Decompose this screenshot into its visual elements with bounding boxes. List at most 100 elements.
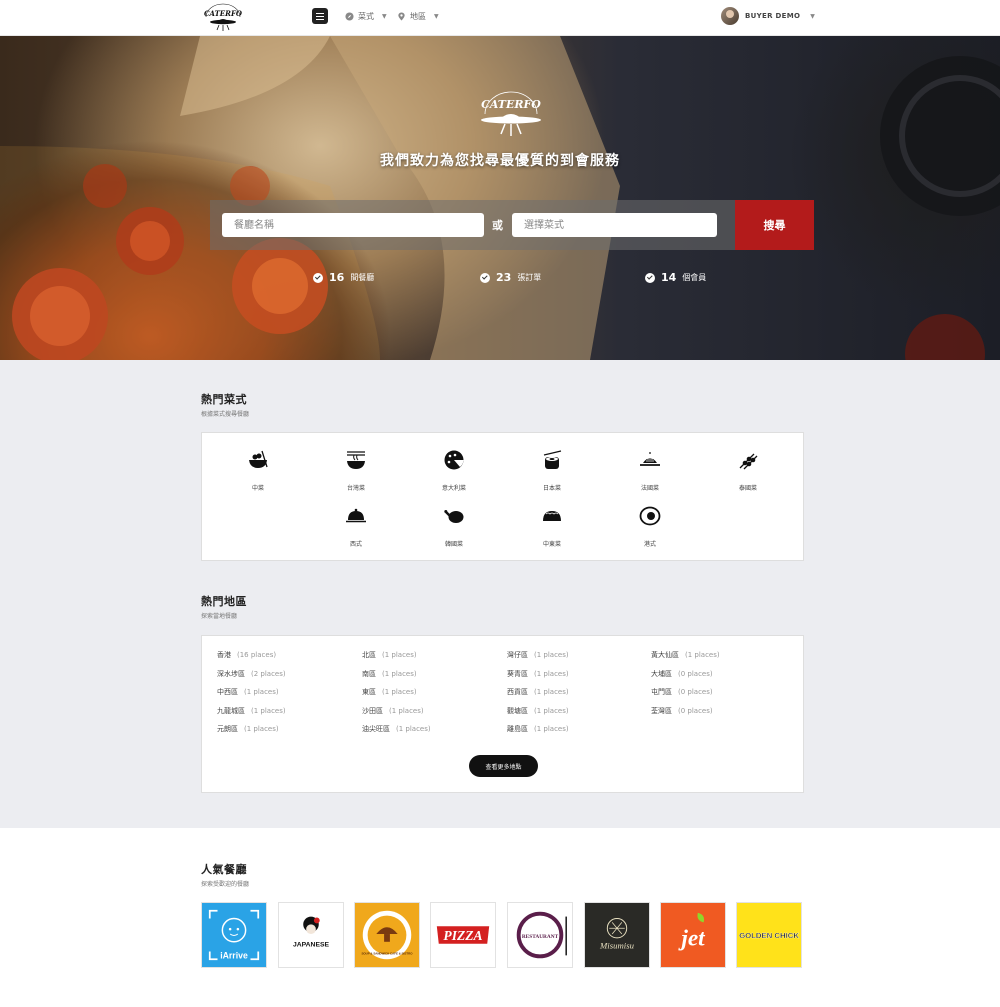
areas-section-subtitle: 探索當地餐廳 [201,613,238,620]
stat-label: 張訂單 [517,273,542,282]
restaurant-logo-japanese[interactable]: JAPANESE [278,902,344,968]
caterfo-logo[interactable]: CATERFO [200,3,246,33]
view-more-areas-button[interactable]: 查看更多地點 [469,755,538,777]
japanese-restaurant-logo: JAPANESE [293,916,329,949]
or-label: 或 [492,219,503,232]
cuisine-label: 韓國菜 [444,541,463,548]
restaurant-name: JAPANESE [293,942,329,949]
area-link[interactable]: 屯門區 (0 places) [651,687,713,697]
cuisine-item-taiwanese[interactable]: 台灣菜 [326,449,386,492]
area-link[interactable]: 油尖旺區 (1 places) [362,724,431,734]
french-dish-icon [640,452,660,466]
area-link[interactable]: 沙田區 (1 places) [362,706,424,716]
cuisine-item-thai[interactable]: 泰國菜 [718,449,778,492]
restaurant-logo-jet[interactable]: jet [660,902,726,968]
areas-card: 香港 (16 places) 深水埗區 (2 places) 中西區 (1 place… [201,635,804,793]
restaurant-logo-soup-sandwich[interactable]: SOUP & SANDWICH CAFE & BISTRO [354,902,420,968]
area-link[interactable]: 觀塘區 (1 places) [507,706,569,716]
skewer-icon [739,453,758,470]
cuisines-section-title: 熱門菜式 [201,393,247,406]
cuisine-label: 中菜 [251,485,264,492]
check-circle-icon [313,272,323,283]
cuisine-label: 法國菜 [640,485,659,492]
restaurant-logo-golden-chick[interactable]: GOLDEN CHICK [736,902,802,968]
check-circle-icon [480,272,490,283]
hero-tagline: 我們致力為您找尋最優質的到會服務 [380,153,620,169]
avatar [721,7,739,25]
fried-egg-icon [639,506,661,526]
order-count-stat: 23 張訂單 [480,271,541,284]
cuisine-label: 泰國菜 [738,485,757,492]
area-link[interactable]: 東區 (1 places) [362,687,417,697]
area-link[interactable]: 南區 (1 places) [362,669,417,679]
restaurant-logo-pizza[interactable]: PIZZA [430,902,496,968]
restaurant-week-logo: RESTAURANT [516,911,567,959]
restaurants-section-title: 人氣餐廳 [201,863,247,876]
area-dropdown-label: 地區 [410,12,426,21]
chinese-bowl-icon [249,450,268,468]
area-link[interactable]: 西貢區 (1 places) [507,687,569,697]
chevron-down-icon: ▼ [810,12,815,20]
area-dropdown[interactable]: 地區 ▼ [397,11,439,22]
area-link[interactable]: 灣仔區 (1 places) [507,650,569,660]
cuisine-item-italian[interactable]: 意大利菜 [424,449,484,492]
area-link[interactable]: 香港 (16 places) [217,650,276,660]
restaurant-logo-iarrive[interactable]: iArrive [201,902,267,968]
hero-logo-text: CATERFO [481,98,541,111]
area-link[interactable]: 荃灣區 (0 places) [651,706,713,716]
hero-banner: CATERFO 我們致力為您找尋最優質的到會服務 或 搜尋 16 間餐廳 23 … [0,36,1000,360]
hero-caterfo-logo: CATERFO [481,91,541,136]
restaurant-name: PIZZA [443,928,482,943]
check-circle-icon [645,272,655,283]
restaurant-count-stat: 16 間餐廳 [313,271,374,284]
cloche-icon [346,508,366,523]
stat-label: 間餐廳 [350,273,375,282]
roast-chicken-icon [444,510,464,523]
restaurant-name: GOLDEN CHICK [739,931,799,940]
area-link[interactable]: 元朗區 (1 places) [217,724,279,734]
logo-text: CATERFO [204,9,243,18]
cuisine-label: 台灣菜 [346,485,365,492]
cuisine-dropdown-label: 菜式 [358,12,374,21]
cuisine-item-western[interactable]: 西式 [326,505,386,548]
restaurant-logo-restaurant-week[interactable]: RESTAURANT [507,902,573,968]
chevron-down-icon: ▼ [434,13,439,20]
restaurant-name-input[interactable] [222,213,484,237]
iarrive-logo: iArrive [208,909,260,960]
cuisine-label: 日本菜 [542,485,561,492]
hamburger-menu-button[interactable] [312,8,328,24]
stat-label: 個會員 [682,273,707,282]
misumisu-logo: Misumisu [599,918,635,951]
area-link[interactable]: 黃大仙區 (1 places) [651,650,720,660]
user-name: BUYER DEMO [745,12,801,20]
cuisine-item-middle-eastern[interactable]: 中東菜 [522,505,582,548]
area-link[interactable]: 葵青區 (1 places) [507,669,569,679]
cuisine-item-french[interactable]: 法國菜 [620,449,680,492]
area-link[interactable]: 北區 (1 places) [362,650,417,660]
chevron-down-icon: ▼ [382,13,387,20]
jet-logo: jet [677,912,706,952]
restaurant-name: RESTAURANT [522,934,559,940]
restaurants-section-subtitle: 探索受歡迎的餐廳 [201,881,250,888]
cuisine-label: 意大利菜 [441,485,466,492]
restaurant-logo-misumisu[interactable]: Misumisu [584,902,650,968]
area-link[interactable]: 離島區 (1 places) [507,724,569,734]
cuisines-section-subtitle: 根據菜式搜尋餐廳 [201,411,250,418]
golden-chick-logo: GOLDEN CHICK [739,931,800,940]
cuisine-item-korean[interactable]: 韓國菜 [424,505,484,548]
compass-icon [345,12,354,21]
cuisine-select-input[interactable] [512,213,717,237]
area-link[interactable]: 中西區 (1 places) [217,687,279,697]
top-navbar: CATERFO 菜式 ▼ 地區 ▼ BUYER DEMO ▼ [0,0,1000,36]
cuisine-item-japanese[interactable]: 日本菜 [522,449,582,492]
cuisine-item-hongkong[interactable]: 港式 [620,505,680,548]
area-link[interactable]: 深水埗區 (2 places) [217,669,286,679]
area-link[interactable]: 九龍城區 (1 places) [217,706,286,716]
search-button[interactable]: 搜尋 [735,200,814,250]
member-count-stat: 14 個會員 [645,271,706,284]
cuisine-item-chinese[interactable]: 中菜 [228,449,288,492]
user-menu[interactable]: BUYER DEMO ▼ [721,7,815,25]
area-link[interactable]: 大埔區 (0 places) [651,669,713,679]
cuisine-dropdown[interactable]: 菜式 ▼ [345,11,387,22]
taco-icon [543,511,561,521]
